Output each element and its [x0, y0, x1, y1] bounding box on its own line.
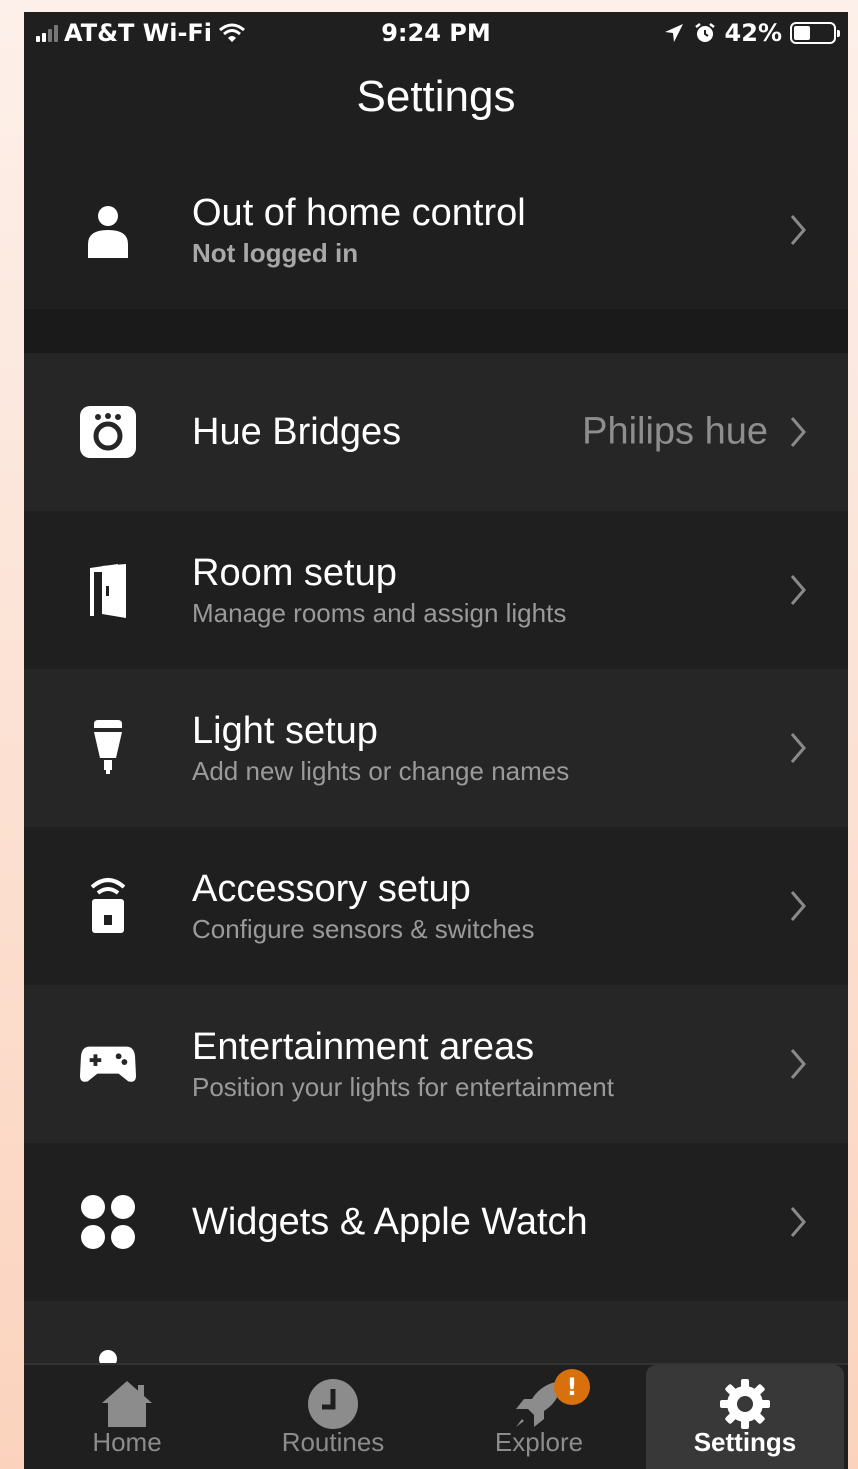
tab-label: Home: [92, 1427, 162, 1457]
section-gap: [24, 309, 848, 353]
row-widgets-apple-watch[interactable]: Widgets & Apple Watch: [24, 1143, 848, 1301]
clock-icon: [308, 1379, 358, 1429]
accessory-icon: [80, 878, 136, 934]
row-label: Widgets & Apple Watch: [192, 1201, 588, 1243]
chevron-right-icon: [790, 417, 806, 447]
row-text: Room setup Manage rooms and assign light…: [192, 511, 566, 669]
row-label: Room setup: [192, 552, 397, 594]
tab-home[interactable]: Home: [24, 1365, 230, 1469]
door-icon: [80, 562, 136, 618]
row-hue-bridges[interactable]: Hue Bridges Philips hue: [24, 353, 848, 511]
row-label: Light setup: [192, 710, 378, 752]
tab-label: Routines: [281, 1427, 385, 1457]
row-label: Entertainment areas: [192, 1026, 535, 1068]
row-sub: Position your lights for entertainment: [192, 1072, 614, 1102]
row-text: Hue Bridges: [192, 353, 401, 511]
status-right: 42%: [663, 19, 840, 47]
row-text: Entertainment areas Position your lights…: [192, 985, 614, 1143]
row-text: Widgets & Apple Watch: [192, 1143, 588, 1301]
row-label: Out of home control: [192, 192, 526, 234]
tab-label: Settings: [693, 1427, 797, 1457]
location-arrow-icon: [664, 24, 683, 42]
row-sub: Manage rooms and assign lights: [192, 598, 567, 628]
home-icon: [102, 1381, 152, 1427]
row-text: Accessory setup Configure sensors & swit…: [192, 827, 534, 985]
row-label: Hue Bridges: [192, 411, 402, 453]
chevron-right-icon: [790, 215, 806, 245]
row-text: Light setup Add new lights or change nam…: [192, 669, 569, 827]
row-out-of-home-control[interactable]: Out of home control Not logged in: [24, 151, 848, 309]
chevron-right-icon: [790, 1207, 806, 1237]
chevron-right-icon: [790, 891, 806, 921]
chevron-right-icon: [790, 733, 806, 763]
row-light-setup[interactable]: Light setup Add new lights or change nam…: [24, 669, 848, 827]
chevron-right-icon: [790, 575, 806, 605]
tab-label: Explore: [494, 1427, 584, 1457]
row-text: Out of home control Not logged in: [192, 151, 526, 309]
row-value: Philips hue: [582, 410, 768, 453]
gamepad-icon: [80, 1036, 136, 1092]
alarm-icon: [694, 23, 715, 42]
chevron-right-icon: [790, 1049, 806, 1079]
battery-icon: [790, 22, 840, 44]
tab-bar: Home Routines ! Explore Settings: [24, 1363, 848, 1469]
row-accessory-setup[interactable]: Accessory setup Configure sensors & swit…: [24, 827, 848, 985]
bridge-icon: [80, 404, 136, 460]
row-sub: Configure sensors & switches: [192, 914, 535, 944]
tab-explore[interactable]: ! Explore: [436, 1365, 642, 1469]
row-entertainment-areas[interactable]: Entertainment areas Position your lights…: [24, 985, 848, 1143]
row-sub: Not logged in: [192, 238, 359, 268]
status-bar: AT&T Wi-Fi 9:24 PM 42%: [24, 12, 848, 54]
notification-badge: !: [554, 1369, 590, 1405]
tab-routines[interactable]: Routines: [230, 1365, 436, 1469]
gear-icon: [720, 1379, 770, 1429]
person-icon: [80, 202, 136, 258]
widgets-icon: [80, 1194, 136, 1250]
bulb-icon: [80, 720, 136, 776]
tab-settings[interactable]: Settings: [646, 1365, 844, 1469]
row-label: Accessory setup: [192, 868, 471, 910]
page-title: Settings: [356, 72, 516, 121]
phone-screen: AT&T Wi-Fi 9:24 PM 42% Settings Out of h…: [24, 12, 848, 1469]
row-room-setup[interactable]: Room setup Manage rooms and assign light…: [24, 511, 848, 669]
battery-percent: 42%: [724, 19, 782, 47]
row-sub: Add new lights or change names: [192, 756, 570, 786]
